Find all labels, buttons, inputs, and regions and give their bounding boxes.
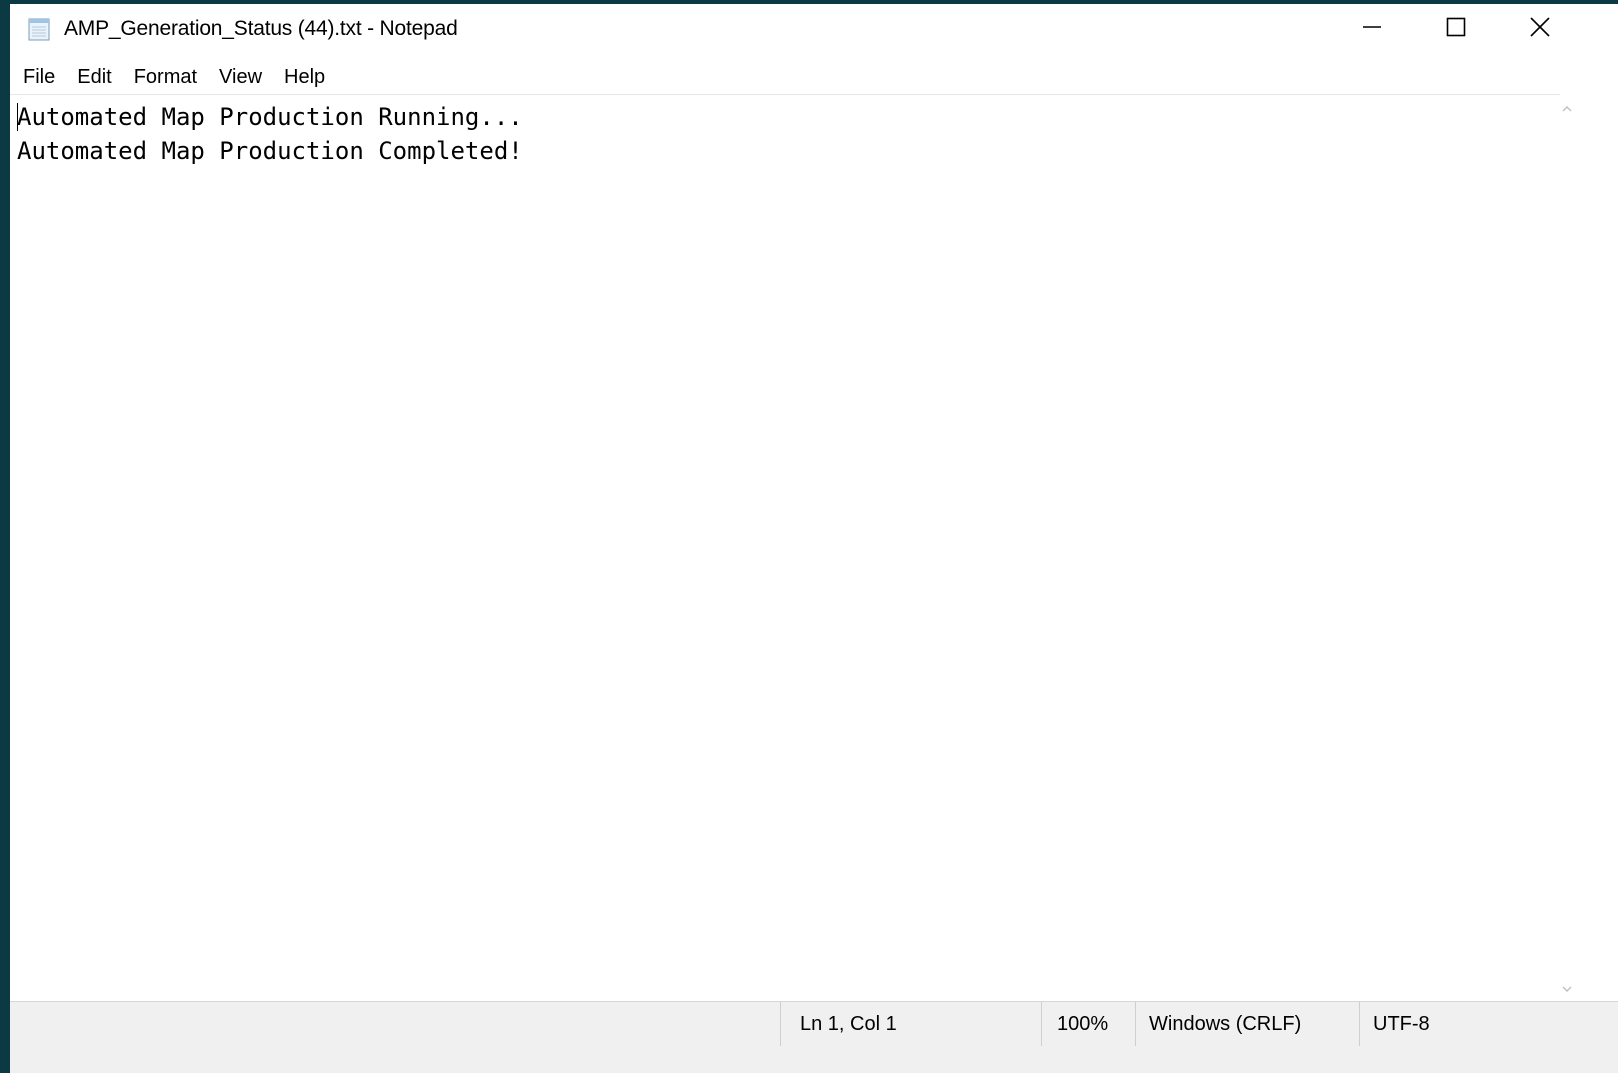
status-separator xyxy=(780,1002,781,1046)
scroll-up-icon[interactable] xyxy=(1561,102,1573,114)
menu-file[interactable]: File xyxy=(14,62,64,93)
zoom-level: 100% xyxy=(1057,1012,1109,1035)
vertical-scrollbar[interactable] xyxy=(1560,94,1618,1000)
menu-format[interactable]: Format xyxy=(125,62,206,93)
status-separator xyxy=(1041,1002,1042,1046)
editor-line-2: Automated Map Production Completed! xyxy=(17,137,523,165)
maximize-button[interactable] xyxy=(1414,4,1498,54)
text-editor[interactable]: Automated Map Production Running... Autom… xyxy=(10,94,1560,1001)
maximize-icon xyxy=(1445,16,1467,43)
status-bar: Ln 1, Col 1 100% Windows (CRLF) UTF-8 xyxy=(10,1001,1618,1073)
notepad-icon xyxy=(26,16,52,42)
menu-bar: File Edit Format View Help xyxy=(10,60,1618,94)
editor-line-1: Automated Map Production Running... xyxy=(17,103,523,131)
minimize-button[interactable] xyxy=(1330,4,1414,54)
scroll-down-icon[interactable] xyxy=(1561,982,1573,994)
status-separator xyxy=(1359,1002,1360,1046)
menu-view[interactable]: View xyxy=(210,62,271,93)
window-title: AMP_Generation_Status (44).txt - Notepad xyxy=(64,17,458,40)
status-separator xyxy=(1135,1002,1136,1046)
close-button[interactable] xyxy=(1498,4,1582,54)
line-ending: Windows (CRLF) xyxy=(1149,1012,1302,1035)
editor-content[interactable]: Automated Map Production Running... Autom… xyxy=(17,100,523,168)
title-bar[interactable]: AMP_Generation_Status (44).txt - Notepad xyxy=(10,4,1618,54)
notepad-window: AMP_Generation_Status (44).txt - Notepad… xyxy=(10,4,1618,1073)
close-icon xyxy=(1529,16,1551,43)
encoding: UTF-8 xyxy=(1373,1012,1430,1035)
menu-edit[interactable]: Edit xyxy=(68,62,120,93)
menu-help[interactable]: Help xyxy=(275,62,334,93)
text-caret xyxy=(17,103,18,131)
minimize-icon xyxy=(1361,16,1383,43)
cursor-position: Ln 1, Col 1 xyxy=(800,1012,897,1035)
